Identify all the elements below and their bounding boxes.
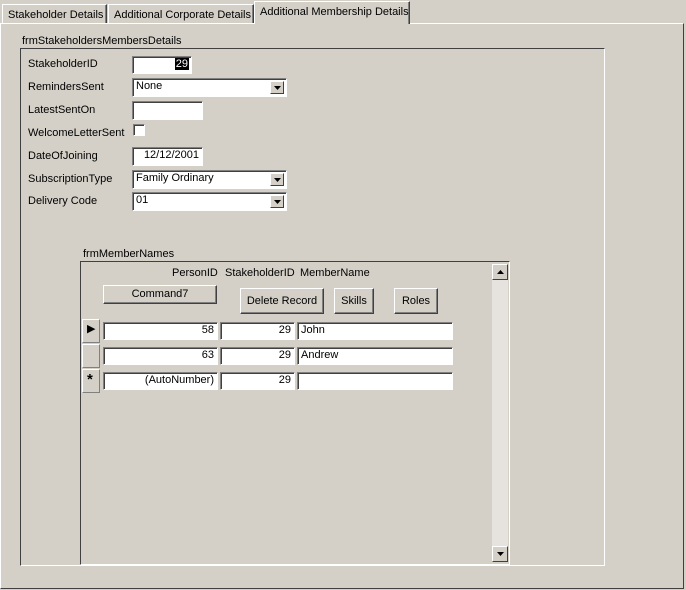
reminders-sent-label: RemindersSent [28,81,104,93]
subscription-type-label: SubscriptionType [28,173,113,185]
latest-sent-on-label: LatestSentOn [28,104,96,116]
reminders-sent-value: None [136,80,163,92]
subscription-type-value: Family Ordinary [136,172,214,184]
chevron-down-icon [274,200,281,204]
record-selector-current[interactable]: ▶ [82,319,100,343]
scroll-up-button[interactable] [492,264,508,280]
delete-record-button[interactable]: Delete Record [240,288,324,314]
welcome-letter-sent-label: WelcomeLetterSent [28,127,125,139]
date-of-joining-label: DateOfJoining [28,150,98,162]
date-of-joining-field[interactable]: 12/12/2001 [132,147,203,166]
delivery-code-label: Delivery Code [28,195,98,207]
delivery-code-dropdown-button[interactable] [270,195,284,208]
new-row-stakeholder-id[interactable]: 29 [220,372,295,390]
latest-sent-on-field[interactable] [132,101,203,120]
row-2-member-name[interactable]: Andrew [297,347,453,365]
current-record-arrow-icon: ▶ [87,323,96,335]
main-subform-title: frmStakeholdersMembersDetails [22,35,182,47]
reminders-sent-dropdown-button[interactable] [270,81,284,94]
arrow-up-icon [497,270,504,274]
chevron-down-icon [274,86,281,90]
scroll-down-button[interactable] [492,546,508,562]
reminders-sent-combo[interactable]: None [132,78,287,97]
column-header-stakeholder-id: StakeholderID [225,267,295,279]
tab-stakeholder-details[interactable]: Stakeholder Details [2,4,107,24]
row-1-stakeholder-id[interactable]: 29 [220,322,295,340]
row-2-stakeholder-id[interactable]: 29 [220,347,295,365]
delivery-code-combo[interactable]: 01 [132,192,287,211]
arrow-down-icon [497,552,504,556]
delivery-code-value: 01 [136,194,149,206]
member-names-subform-title: frmMemberNames [83,248,175,260]
command7-button[interactable]: Command7 [103,285,217,304]
tab-additional-membership-details[interactable]: Additional Membership Details [254,1,410,24]
tab-additional-corporate-details[interactable]: Additional Corporate Details [108,4,254,24]
row-1-member-name[interactable]: John [297,322,453,340]
new-record-asterisk-icon: * [87,371,93,388]
subscription-type-combo[interactable]: Family Ordinary [132,170,287,189]
subscription-type-dropdown-button[interactable] [270,173,284,186]
column-header-person-id: PersonID [172,267,218,279]
new-row-member-name[interactable] [297,372,453,390]
row-1-person-id[interactable]: 58 [103,322,218,340]
stakeholder-id-selected-text: 29 [174,58,189,70]
column-header-member-name: MemberName [300,267,370,279]
subform-vertical-scrollbar[interactable] [492,264,508,562]
chevron-down-icon [274,178,281,182]
stakeholder-id-field[interactable]: 29 [132,56,192,74]
new-row-person-id[interactable]: (AutoNumber) [103,372,218,390]
welcome-letter-sent-checkbox[interactable] [133,124,145,136]
stakeholder-id-label: StakeholderID [28,58,98,70]
record-selector[interactable] [82,344,100,368]
roles-button[interactable]: Roles [394,288,438,314]
record-selector-new[interactable]: * [82,369,100,393]
skills-button[interactable]: Skills [334,288,374,314]
row-2-person-id[interactable]: 63 [103,347,218,365]
